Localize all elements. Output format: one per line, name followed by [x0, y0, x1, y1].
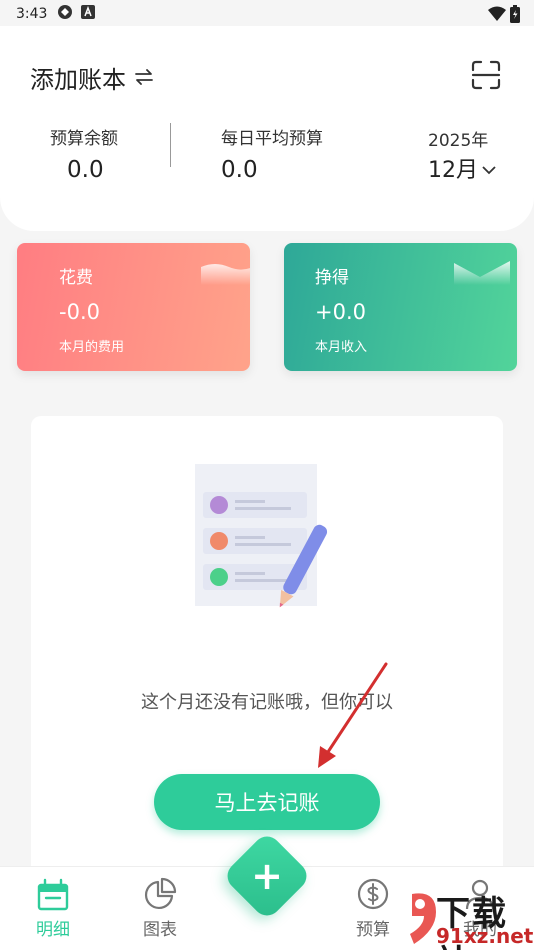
- watermark: 下载站 91xz.net: [406, 886, 534, 950]
- status-bar: 3:43: [0, 0, 534, 28]
- wifi-icon: [488, 6, 506, 26]
- swap-icon: [134, 66, 154, 90]
- nav-item-chart[interactable]: 图表: [125, 877, 195, 940]
- daily-budget: 每日平均预算 0.0: [221, 124, 323, 183]
- daily-budget-value: 0.0: [221, 157, 258, 183]
- book-title: 添加账本: [30, 66, 126, 94]
- budget-remaining-value: 0.0: [67, 157, 104, 183]
- status-time: 3:43: [16, 6, 48, 22]
- empty-ledger-illustration: [195, 464, 328, 608]
- record-now-button[interactable]: 马上去记账: [154, 774, 380, 830]
- scan-icon[interactable]: [470, 59, 502, 91]
- battery-icon: [510, 5, 520, 27]
- budget-remaining-label: 预算余额: [50, 129, 118, 149]
- month-selector[interactable]: 12月: [428, 152, 496, 184]
- expense-card[interactable]: 花费 -0.0 本月的费用: [17, 243, 250, 371]
- nav-label-detail: 明细: [36, 920, 70, 940]
- year-label: 2025年: [428, 131, 489, 151]
- expense-subtitle: 本月的费用: [59, 340, 125, 355]
- nav-label-chart: 图表: [143, 920, 177, 940]
- income-subtitle: 本月收入: [315, 340, 368, 355]
- calendar-box-icon: [37, 878, 69, 911]
- empty-state-panel: 这个月还没有记账哦，但你可以 马上去记账: [31, 416, 503, 876]
- divider: [170, 123, 171, 167]
- money-circle-icon: [357, 878, 389, 910]
- header-card: 添加账本 预算余额 0.0 每日平均预算 0.0 2025年 12月: [0, 26, 534, 231]
- month-label: 12月: [428, 158, 478, 183]
- daily-budget-label: 每日平均预算: [221, 129, 323, 149]
- budget-remaining: 预算余额 0.0: [50, 124, 118, 183]
- book-selector[interactable]: 添加账本: [30, 60, 154, 95]
- annotation-arrow-icon: [318, 662, 388, 768]
- pie-chart-icon: [145, 877, 177, 909]
- a-letter-icon: [81, 5, 96, 23]
- watermark-logo-icon: [410, 893, 436, 944]
- nav-item-detail[interactable]: 明细: [18, 877, 88, 940]
- empty-message: 这个月还没有记账哦，但你可以: [141, 692, 393, 713]
- wave-icon: [201, 264, 250, 285]
- nav-label-budget: 预算: [356, 920, 390, 940]
- nav-item-budget[interactable]: 预算: [338, 877, 408, 940]
- income-card[interactable]: 挣得 +0.0 本月收入: [284, 243, 517, 371]
- chevron-down-icon: [482, 156, 496, 181]
- status-right: [488, 5, 520, 27]
- income-value: +0.0: [315, 300, 366, 324]
- expense-value: -0.0: [59, 300, 100, 324]
- wave-icon: [454, 261, 510, 285]
- add-record-button[interactable]: +: [221, 830, 313, 922]
- plus-icon: +: [251, 854, 283, 898]
- shield-icon: [57, 4, 73, 24]
- watermark-url: 91xz.net: [436, 924, 534, 948]
